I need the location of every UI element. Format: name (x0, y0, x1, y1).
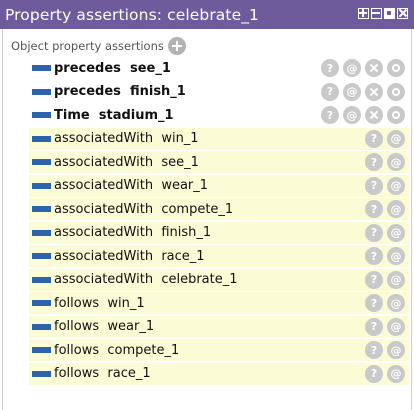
assertion-text: associatedWith celebrate_1 (54, 272, 238, 287)
annotate-button[interactable]: @ (387, 294, 405, 312)
close-view-icon[interactable] (397, 8, 408, 19)
object-property-icon (32, 206, 51, 212)
asserted-assertion-row[interactable]: Time stadium_1 ? @ (3, 104, 411, 126)
assertion-text: Time stadium_1 (54, 107, 174, 123)
explain-button[interactable]: ? (365, 341, 383, 359)
assertion-text: follows win_1 (54, 295, 145, 311)
object-property-icon (32, 229, 51, 236)
inferred-assertion-row[interactable]: follows win_1 ? @ (3, 292, 411, 314)
annotate-button[interactable]: @ (343, 82, 361, 101)
asserted-assertion-row[interactable]: precedes finish_1 ? @ (3, 81, 411, 103)
annotate-button[interactable]: @ (387, 153, 405, 171)
inferred-assertion-row[interactable]: follows race_1 ? @ (3, 362, 411, 385)
explain-button[interactable]: ? (365, 153, 383, 171)
assertion-text: associatedWith finish_1 (54, 225, 212, 240)
object-property-icon (32, 135, 51, 142)
assertion-text: associatedWith win_1 (54, 131, 199, 146)
delete-button[interactable] (365, 82, 383, 101)
view-title-bar: Property assertions: celebrate_1 (0, 0, 414, 29)
annotate-button[interactable]: @ (343, 106, 361, 124)
assertion-text: associatedWith race_1 (54, 248, 205, 264)
inferred-assertion-row[interactable]: associatedWith celebrate_1 ? @ (3, 268, 411, 291)
property-assertions-panel: Object property assertions precedes see_… (2, 29, 412, 410)
object-property-icon (32, 65, 51, 71)
annotate-button[interactable]: @ (387, 270, 405, 289)
view-title: Property assertions: celebrate_1 (5, 5, 260, 24)
edit-button[interactable] (387, 106, 405, 124)
annotate-button[interactable]: @ (387, 200, 405, 218)
explain-button[interactable]: ? (365, 200, 383, 218)
object-property-icon (32, 347, 51, 353)
annotate-button[interactable]: @ (387, 247, 405, 265)
explain-button[interactable]: ? (321, 106, 339, 124)
asserted-assertion-row[interactable]: precedes see_1 ? @ (3, 57, 411, 79)
object-property-icon (32, 370, 51, 377)
split-view-icon[interactable] (358, 8, 369, 19)
inferred-assertion-row[interactable]: associatedWith race_1 ? @ (3, 245, 411, 267)
minimize-view-icon[interactable] (371, 8, 382, 19)
delete-button[interactable] (365, 106, 383, 124)
assertion-list: precedes see_1 ? @ precedes finish_1 ? @… (3, 57, 411, 386)
explain-button[interactable]: ? (365, 364, 383, 383)
assertion-text: associatedWith see_1 (54, 154, 199, 170)
inferred-assertion-row[interactable]: associatedWith compete_1 ? @ (3, 198, 411, 220)
annotate-button[interactable]: @ (343, 59, 361, 77)
assertion-text: follows wear_1 (54, 319, 155, 334)
section-label: Object property assertions (11, 39, 164, 53)
explain-button[interactable]: ? (321, 82, 339, 101)
assertion-text: precedes finish_1 (54, 84, 186, 99)
annotate-button[interactable]: @ (387, 223, 405, 242)
object-property-icon (32, 159, 51, 165)
explain-button[interactable]: ? (365, 129, 383, 148)
explain-button[interactable]: ? (365, 270, 383, 289)
object-property-assertions-header: Object property assertions (11, 37, 186, 55)
object-property-icon (32, 112, 51, 118)
object-property-icon (32, 182, 51, 189)
inferred-assertion-row[interactable]: associatedWith see_1 ? @ (3, 151, 411, 173)
inferred-assertion-row[interactable]: associatedWith finish_1 ? @ (3, 221, 411, 244)
assertion-text: associatedWith compete_1 (54, 201, 234, 217)
delete-button[interactable] (365, 59, 383, 77)
annotate-button[interactable]: @ (387, 364, 405, 383)
explain-button[interactable]: ? (365, 317, 383, 336)
annotate-button[interactable]: @ (387, 129, 405, 148)
explain-button[interactable]: ? (321, 59, 339, 77)
annotate-button[interactable]: @ (387, 317, 405, 336)
explain-button[interactable]: ? (365, 223, 383, 242)
assertion-text: precedes see_1 (54, 60, 171, 76)
object-property-icon (32, 253, 51, 259)
explain-button[interactable]: ? (365, 294, 383, 312)
maximize-view-icon[interactable] (384, 8, 395, 19)
inferred-assertion-row[interactable]: associatedWith wear_1 ? @ (3, 174, 411, 197)
assertion-text: associatedWith wear_1 (54, 178, 209, 193)
edit-button[interactable] (387, 59, 405, 77)
view-controls (358, 8, 408, 19)
annotate-button[interactable]: @ (387, 176, 405, 195)
annotate-button[interactable]: @ (387, 341, 405, 359)
inferred-assertion-row[interactable]: follows compete_1 ? @ (3, 339, 411, 361)
object-property-icon (32, 88, 51, 95)
add-assertion-icon[interactable] (167, 37, 186, 55)
object-property-icon (32, 300, 51, 306)
inferred-assertion-row[interactable]: follows wear_1 ? @ (3, 315, 411, 338)
edit-button[interactable] (387, 82, 405, 101)
assertion-text: follows compete_1 (54, 342, 180, 358)
inferred-assertion-row[interactable]: associatedWith win_1 ? @ (3, 127, 411, 150)
assertion-text: follows race_1 (54, 366, 151, 381)
object-property-icon (32, 323, 51, 330)
explain-button[interactable]: ? (365, 176, 383, 195)
explain-button[interactable]: ? (365, 247, 383, 265)
object-property-icon (32, 276, 51, 283)
